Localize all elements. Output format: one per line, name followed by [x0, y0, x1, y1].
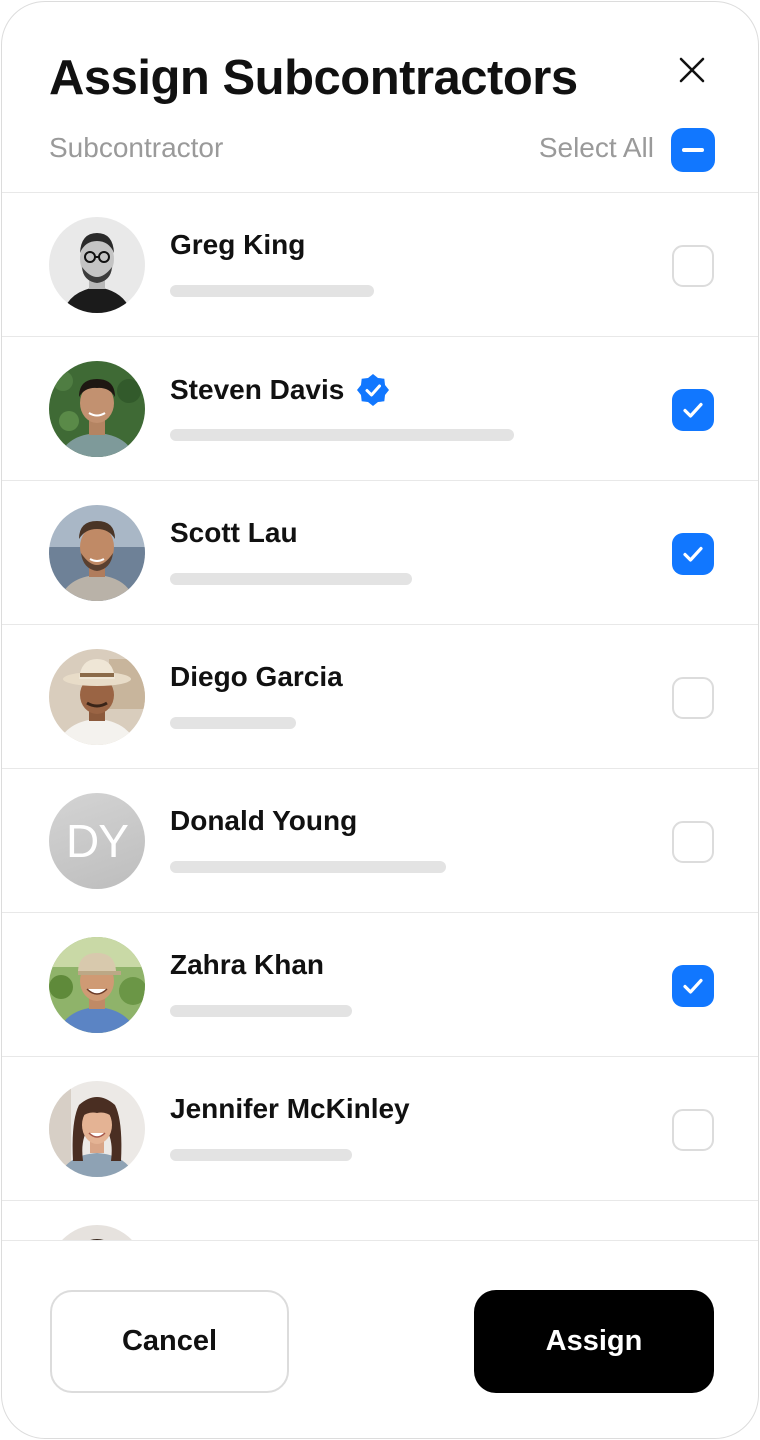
checkmark-icon [683, 546, 703, 562]
skeleton-placeholder [170, 717, 296, 729]
verified-badge-icon [357, 374, 390, 406]
column-label: Subcontractor [49, 132, 224, 163]
name-line: Donald Young [170, 805, 357, 837]
row-checkbox[interactable] [672, 533, 714, 575]
avatar [49, 361, 145, 457]
checkmark-icon [683, 978, 703, 994]
close-icon [679, 57, 705, 83]
indeterminate-icon [682, 148, 704, 152]
skeleton-placeholder [170, 861, 446, 873]
select-all-checkbox[interactable] [671, 128, 715, 172]
checkmark-icon [683, 402, 703, 418]
name-line: Steven Davis [170, 373, 390, 407]
skeleton-placeholder [170, 573, 412, 585]
subcontractor-row[interactable]: Scott Lau [2, 481, 758, 625]
subcontractor-name: Diego Garcia [170, 661, 343, 692]
subcontractor-row[interactable]: Greg King [2, 193, 758, 337]
close-button[interactable] [668, 46, 716, 94]
row-checkbox[interactable] [672, 677, 714, 719]
name-line: Scott Lau [170, 517, 298, 549]
subcontractor-name: Steven Davis [170, 374, 345, 405]
name-line: Jennifer McKinley [170, 1093, 410, 1125]
subcontractor-row[interactable]: Zahra Khan [2, 913, 758, 1057]
subcontractor-name: Donald Young [170, 805, 358, 836]
modal-title: Assign Subcontractors [49, 51, 578, 105]
avatar [49, 1225, 145, 1240]
subcontractor-row[interactable] [2, 1201, 758, 1240]
assign-button[interactable]: Assign [474, 1290, 714, 1393]
avatar [49, 1081, 145, 1177]
row-checkbox[interactable] [672, 965, 714, 1007]
skeleton-placeholder [170, 429, 514, 441]
name-line: Zahra Khan [170, 949, 324, 981]
row-checkbox[interactable] [672, 821, 714, 863]
subcontractor-name: Scott Lau [170, 517, 298, 548]
select-all-label[interactable]: Select All [539, 132, 654, 164]
assign-subcontractors-modal: Assign Subcontractors Subcontractor Sele… [1, 1, 759, 1439]
avatar: DY [49, 793, 145, 889]
cancel-button[interactable]: Cancel [50, 1290, 289, 1393]
avatar-initials: DY [66, 815, 129, 867]
name-line: Diego Garcia [170, 661, 343, 693]
skeleton-placeholder [170, 1005, 352, 1017]
subcontractor-name: Greg King [170, 229, 306, 260]
row-checkbox[interactable] [672, 389, 714, 431]
skeleton-placeholder [170, 1149, 352, 1161]
subcontractor-name: Jennifer McKinley [170, 1093, 410, 1124]
subcontractor-row[interactable]: DY Donald Young [2, 769, 758, 913]
avatar [49, 937, 145, 1033]
row-checkbox[interactable] [672, 1109, 714, 1151]
subcontractor-row[interactable]: Diego Garcia [2, 625, 758, 769]
row-checkbox[interactable] [672, 245, 714, 287]
avatar [49, 217, 145, 313]
avatar [49, 649, 145, 745]
avatar [49, 505, 145, 601]
subcontractor-name: Zahra Khan [170, 949, 325, 980]
subcontractor-row[interactable]: Jennifer McKinley [2, 1057, 758, 1201]
footer-divider [2, 1240, 758, 1241]
name-line: Greg King [170, 229, 305, 261]
skeleton-placeholder [170, 285, 374, 297]
subcontractor-list[interactable]: Greg King Steven Davis Scott Lau Diego Garc… [2, 193, 758, 1240]
subcontractor-row[interactable]: Steven Davis [2, 337, 758, 481]
